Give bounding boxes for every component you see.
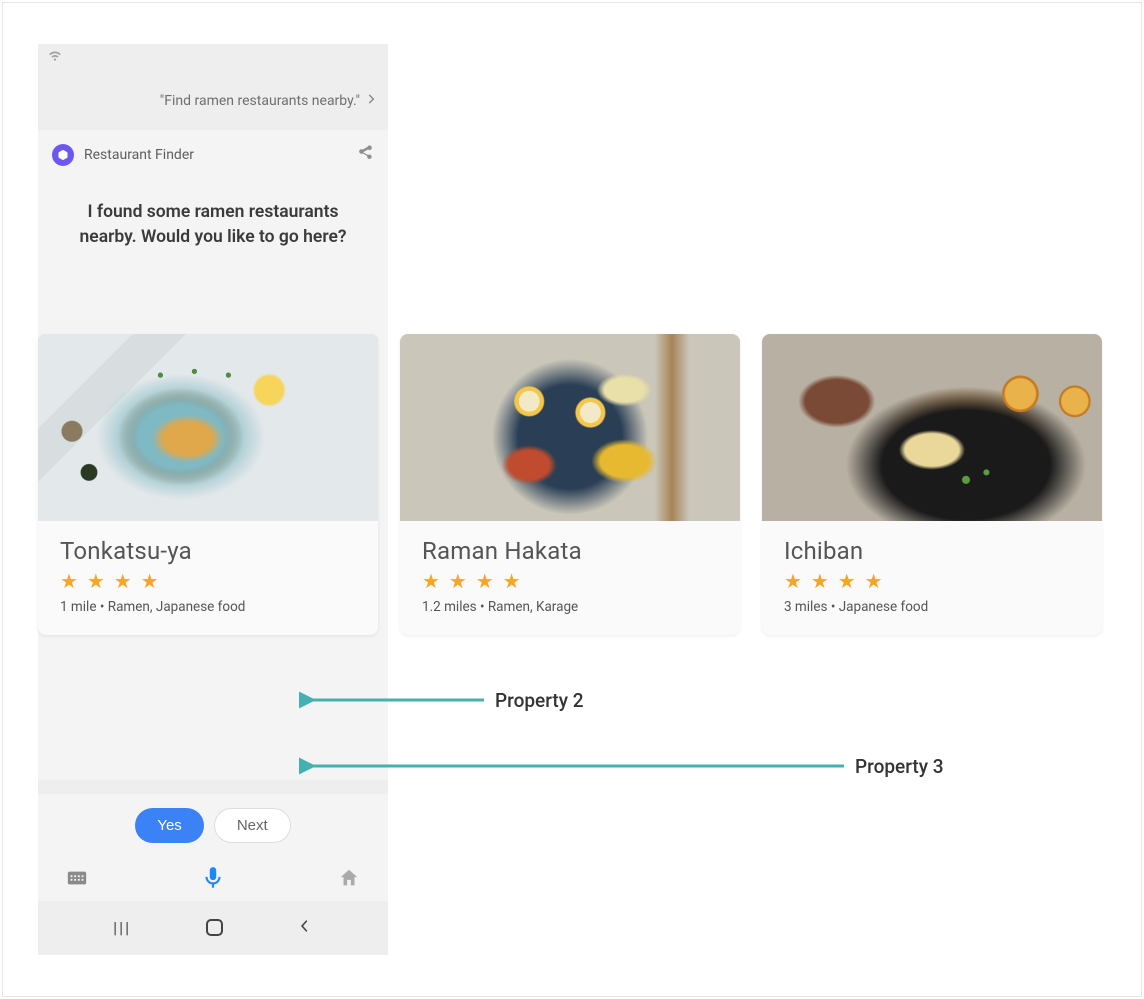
app-header: Restaurant Finder [38,130,388,174]
restaurant-name: Tonkatsu-ya [60,537,356,565]
home-icon[interactable] [338,867,360,893]
annotation-label: Property 2 [495,689,584,712]
rating-stars: ★ ★ ★ ★ [784,569,1080,593]
android-nav-bar: ||| [38,901,388,955]
microphone-icon[interactable] [200,865,226,895]
wifi-icon [48,48,62,67]
app-name: Restaurant Finder [84,147,356,163]
share-icon[interactable] [356,144,374,166]
rating-stars: ★ ★ ★ ★ [60,569,356,593]
restaurant-card[interactable]: Tonkatsu-ya ★ ★ ★ ★ 1 mile • Ramen, Japa… [38,334,378,635]
action-row: Yes Next [38,794,388,855]
user-query[interactable]: "Find ramen restaurants nearby." [38,64,388,126]
restaurant-photo [762,334,1102,521]
keyboard-icon[interactable] [66,867,88,893]
restaurant-card[interactable]: Raman Hakata ★ ★ ★ ★ 1.2 miles • Ramen, … [400,334,740,635]
input-dock [38,855,388,901]
rating-stars: ★ ★ ★ ★ [422,569,718,593]
status-bar [38,44,388,64]
chevron-right-icon [364,92,378,110]
restaurant-carousel[interactable]: Tonkatsu-ya ★ ★ ★ ★ 1 mile • Ramen, Japa… [38,334,1120,635]
assistant-prompt: I found some ramen restaurants nearby. W… [38,174,388,279]
restaurant-meta: 3 miles • Japanese food [784,599,1080,615]
nav-back[interactable] [298,915,312,939]
restaurant-meta: 1.2 miles • Ramen, Karage [422,599,718,615]
nav-home[interactable] [206,919,223,936]
restaurant-name: Ichiban [784,537,1080,565]
next-button[interactable]: Next [214,808,291,843]
restaurant-name: Raman Hakata [422,537,718,565]
query-text: "Find ramen restaurants nearby." [160,93,360,109]
restaurant-card[interactable]: Ichiban ★ ★ ★ ★ 3 miles • Japanese food [762,334,1102,635]
annotation-label: Property 3 [855,755,944,778]
annotation-arrow [299,752,849,782]
annotation-arrow [299,686,489,716]
yes-button[interactable]: Yes [135,808,203,843]
restaurant-photo [38,334,378,521]
nav-recents[interactable]: ||| [113,918,131,937]
restaurant-photo [400,334,740,521]
app-icon [52,144,74,166]
restaurant-meta: 1 mile • Ramen, Japanese food [60,599,356,615]
